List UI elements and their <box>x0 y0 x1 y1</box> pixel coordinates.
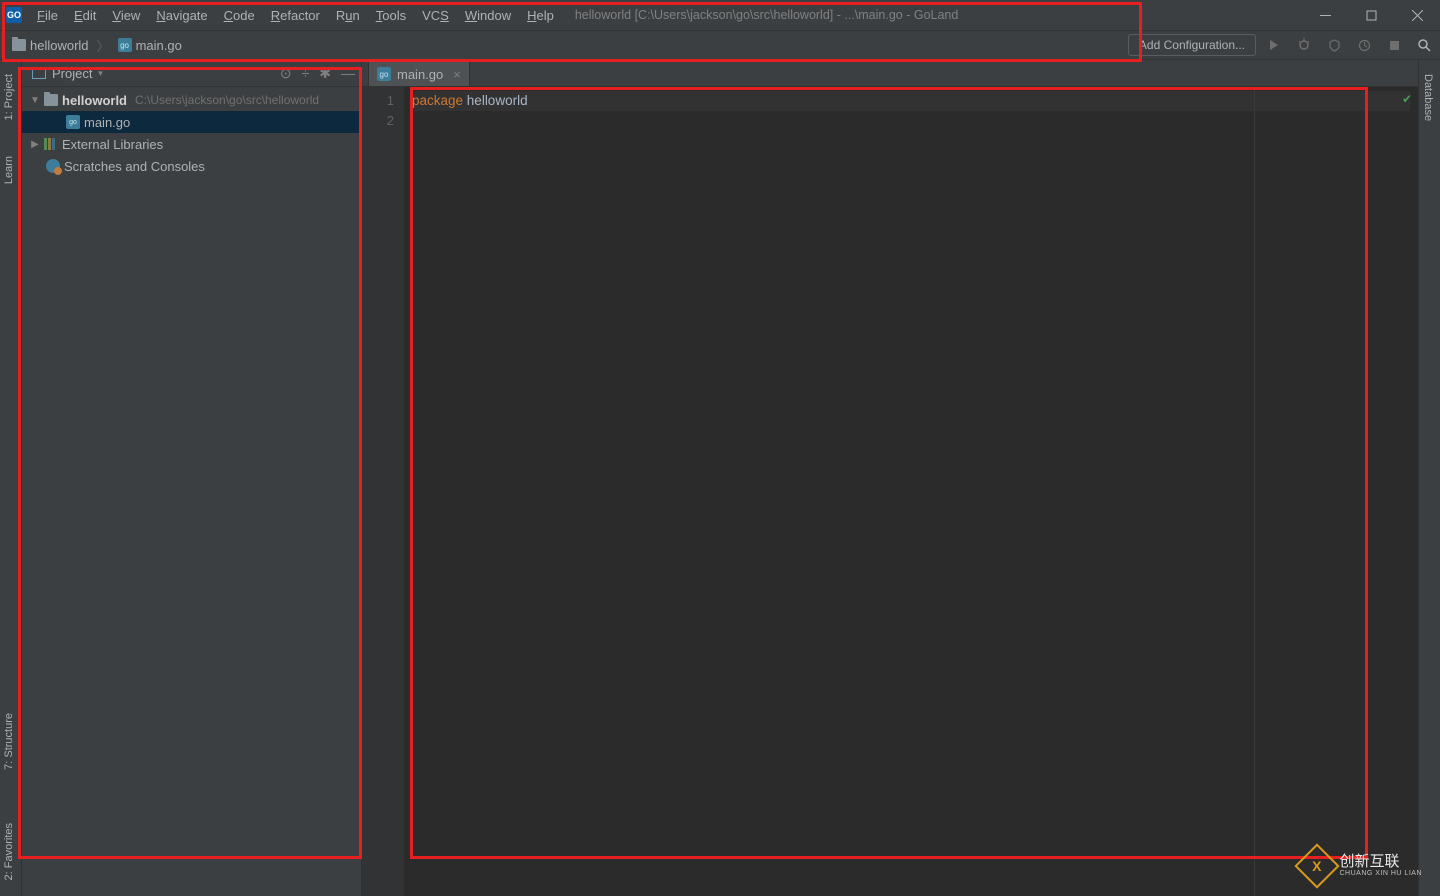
folder-icon <box>12 39 26 51</box>
side-tab-database[interactable]: Database <box>1419 68 1437 127</box>
left-tool-stripe: 1: Project Learn 7: Structure 2: Favorit… <box>0 60 22 896</box>
titlebar: GO File Edit View Navigate Code Refactor… <box>0 0 1440 30</box>
go-file-icon: go <box>66 115 80 129</box>
profile-icon[interactable] <box>1356 37 1372 53</box>
app-icon: GO <box>6 7 22 23</box>
close-button[interactable] <box>1394 0 1440 30</box>
breadcrumb-separator: 〉 <box>93 36 114 55</box>
folder-icon <box>44 94 58 106</box>
main-menu: File Edit View Navigate Code Refactor Ru… <box>30 4 561 27</box>
line-number: 1 <box>362 91 394 111</box>
project-tool-window: Project ▼ ⊙ ÷ ✱ — ▼ helloworld C:\Users\… <box>22 60 362 896</box>
add-configuration-button[interactable]: Add Configuration... <box>1128 34 1256 56</box>
menu-refactor[interactable]: Refactor <box>264 4 327 27</box>
chevron-down-icon[interactable]: ▼ <box>96 69 104 78</box>
project-panel-header: Project ▼ ⊙ ÷ ✱ — <box>22 60 361 87</box>
tree-scratches[interactable]: Scratches and Consoles <box>22 155 361 177</box>
tree-root[interactable]: ▼ helloworld C:\Users\jackson\go\src\hel… <box>22 89 361 111</box>
menu-help[interactable]: Help <box>520 4 561 27</box>
inspection-ok-icon[interactable]: ✔ <box>1402 92 1412 106</box>
editor-tabs: go main.go × <box>362 60 1418 87</box>
stop-icon[interactable] <box>1386 37 1402 53</box>
side-tab-learn[interactable]: Learn <box>0 150 18 190</box>
editor-area: go main.go × 1 2 package helloworld ✔ <box>362 60 1418 896</box>
breadcrumb-project[interactable]: helloworld <box>30 38 89 53</box>
side-tab-favorites[interactable]: 2: Favorites <box>0 817 18 886</box>
search-icon[interactable] <box>1416 37 1432 53</box>
tree-file-main-go[interactable]: go main.go <box>22 111 361 133</box>
run-icon[interactable] <box>1266 37 1282 53</box>
tree-root-label: helloworld <box>62 93 127 108</box>
tree-ext-libs-label: External Libraries <box>62 137 163 152</box>
watermark-badge-icon: X <box>1295 843 1340 888</box>
settings-icon[interactable]: ✱ <box>319 65 331 82</box>
project-view-icon <box>32 67 46 79</box>
menu-window[interactable]: Window <box>458 4 518 27</box>
tree-external-libraries[interactable]: ▶ External Libraries <box>22 133 361 155</box>
menu-view[interactable]: View <box>105 4 147 27</box>
menu-run[interactable]: Run <box>329 4 367 27</box>
coverage-icon[interactable] <box>1326 37 1342 53</box>
tree-scratches-label: Scratches and Consoles <box>64 159 205 174</box>
editor-tab-main-go[interactable]: go main.go × <box>368 61 470 86</box>
breadcrumb: helloworld 〉 go main.go <box>12 36 182 55</box>
menu-file[interactable]: File <box>30 4 65 27</box>
minimize-button[interactable] <box>1302 0 1348 30</box>
hide-icon[interactable]: — <box>341 65 355 82</box>
maximize-button[interactable] <box>1348 0 1394 30</box>
watermark-text: 创新互联 CHUANG XIN HU LIAN <box>1339 854 1422 878</box>
scratches-icon <box>46 159 60 173</box>
code-area[interactable]: package helloworld <box>404 87 1418 896</box>
breadcrumb-file[interactable]: main.go <box>136 38 182 53</box>
main-area: 1: Project Learn 7: Structure 2: Favorit… <box>0 60 1440 896</box>
locate-icon[interactable]: ⊙ <box>280 65 292 82</box>
go-file-icon: go <box>377 67 391 81</box>
debug-icon[interactable] <box>1296 37 1312 53</box>
watermark: X 创新互联 CHUANG XIN HU LIAN <box>1301 850 1422 882</box>
close-icon[interactable]: × <box>453 67 461 82</box>
navigation-bar: helloworld 〉 go main.go Add Configuratio… <box>0 30 1440 60</box>
menu-tools[interactable]: Tools <box>369 4 413 27</box>
right-tool-stripe: Database <box>1418 60 1440 896</box>
libraries-icon <box>44 138 58 150</box>
right-margin-ruler <box>1254 87 1255 896</box>
window-title: helloworld [C:\Users\jackson\go\src\hell… <box>575 8 959 22</box>
menu-navigate[interactable]: Navigate <box>149 4 214 27</box>
project-tree: ▼ helloworld C:\Users\jackson\go\src\hel… <box>22 87 361 896</box>
editor-tab-label: main.go <box>397 67 443 82</box>
code-line-1: package helloworld <box>412 91 1410 111</box>
editor-body[interactable]: 1 2 package helloworld ✔ <box>362 87 1418 896</box>
go-file-icon: go <box>118 38 132 52</box>
window-controls <box>1302 0 1440 30</box>
side-tab-structure[interactable]: 7: Structure <box>0 707 18 776</box>
menu-vcs[interactable]: VCS <box>415 4 456 27</box>
toolbar-run-icons <box>1266 37 1432 53</box>
line-gutter: 1 2 <box>362 87 404 896</box>
collapse-icon[interactable]: ÷ <box>302 65 310 82</box>
code-line-2 <box>412 111 1410 131</box>
side-tab-project[interactable]: 1: Project <box>0 68 18 126</box>
line-number: 2 <box>362 111 394 131</box>
menu-edit[interactable]: Edit <box>67 4 103 27</box>
expand-arrow-icon[interactable]: ▶ <box>30 139 40 150</box>
menu-code[interactable]: Code <box>217 4 262 27</box>
project-panel-title[interactable]: Project <box>52 66 92 81</box>
tree-file-label: main.go <box>84 115 130 130</box>
tree-root-path: C:\Users\jackson\go\src\helloworld <box>135 93 319 107</box>
expand-arrow-icon[interactable]: ▼ <box>30 95 40 106</box>
